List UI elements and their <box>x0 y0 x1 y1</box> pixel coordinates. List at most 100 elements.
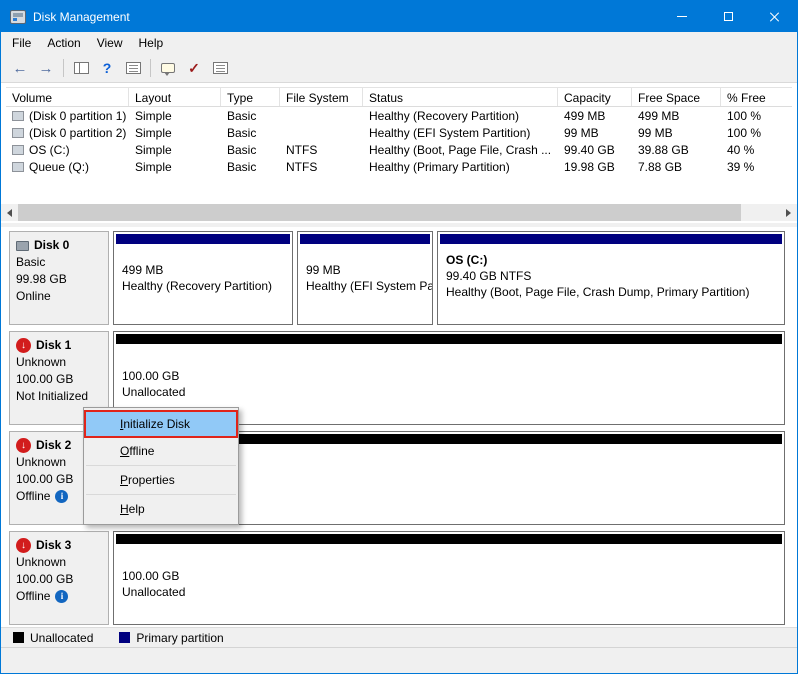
disk-name: Disk 2 <box>36 437 71 454</box>
disk3-label-panel[interactable]: Disk 3 Unknown 100.00 GB Offline <box>9 531 109 625</box>
maximize-button[interactable] <box>705 1 751 32</box>
show-action-pane-button[interactable] <box>155 56 181 80</box>
back-icon <box>13 60 28 77</box>
forward-icon <box>39 60 54 77</box>
cell-type: Basic <box>221 143 280 157</box>
help-button[interactable] <box>94 56 120 80</box>
toolbar-separator <box>150 59 151 77</box>
info-icon[interactable] <box>55 590 68 603</box>
column-header-pct-free[interactable]: % Free <box>721 88 792 106</box>
context-menu-item-properties[interactable]: Properties <box>84 467 238 493</box>
partition-status: Healthy (EFI System Pa <box>306 278 424 294</box>
minimize-button[interactable] <box>659 1 705 32</box>
disk-status-text: Offline <box>16 588 50 605</box>
table-row[interactable]: Queue (Q:) Simple Basic NTFS Healthy (Pr… <box>1 158 797 175</box>
details-button[interactable] <box>207 56 233 80</box>
offline-icon <box>16 438 31 453</box>
table-header-row: Volume Layout Type File System Status Ca… <box>6 87 792 107</box>
window-controls <box>659 1 797 32</box>
column-header-free-space[interactable]: Free Space <box>632 88 721 106</box>
partition-efi[interactable]: 99 MB Healthy (EFI System Pa <box>297 231 433 325</box>
volume-icon <box>12 128 24 138</box>
forward-button[interactable] <box>33 56 59 80</box>
context-menu-item-offline[interactable]: Offline <box>84 438 238 464</box>
partition-text: 100.00 GB Unallocated <box>114 344 784 400</box>
menu-item-label: roperties <box>128 473 175 487</box>
partition-os-c[interactable]: OS (C:) 99.40 GB NTFS Healthy (Boot, Pag… <box>437 231 785 325</box>
table-row[interactable]: OS (C:) Simple Basic NTFS Healthy (Boot,… <box>1 141 797 158</box>
volume-list-pane: Volume Layout Type File System Status Ca… <box>1 83 797 223</box>
partition-size: 100.00 GB <box>122 368 776 384</box>
cell-layout: Simple <box>129 109 221 123</box>
disk-status-text: Not Initialized <box>16 388 88 405</box>
menu-file[interactable]: File <box>4 33 39 53</box>
cell-pct-free: 39 % <box>721 160 797 174</box>
partition-size: 99.40 GB NTFS <box>446 268 776 284</box>
export-list-button[interactable] <box>120 56 146 80</box>
disk-status-text: Offline <box>16 488 50 505</box>
cell-layout: Simple <box>129 126 221 140</box>
partition-unallocated[interactable]: 100.00 GB Unallocated <box>113 531 785 625</box>
horizontal-scrollbar[interactable] <box>1 204 797 221</box>
disk-icon <box>16 241 29 251</box>
console-tree-icon <box>74 62 89 74</box>
partition-color-band <box>116 334 782 344</box>
menu-view[interactable]: View <box>89 33 131 53</box>
disk0-strip: 499 MB Healthy (Recovery Partition) 99 M… <box>113 231 785 325</box>
back-button[interactable] <box>7 56 33 80</box>
partition-color-band <box>440 234 782 244</box>
cell-capacity: 499 MB <box>558 109 632 123</box>
scroll-right-button[interactable] <box>780 204 797 221</box>
cell-capacity: 19.98 GB <box>558 160 632 174</box>
close-button[interactable] <box>751 1 797 32</box>
column-header-file-system[interactable]: File System <box>280 88 363 106</box>
menu-item-label: H <box>120 502 129 516</box>
disk0-label-panel[interactable]: Disk 0 Basic 99.98 GB Online <box>9 231 109 325</box>
cell-status: Healthy (Primary Partition) <box>363 160 558 174</box>
column-header-capacity[interactable]: Capacity <box>558 88 632 106</box>
menu-item-label: O <box>120 444 129 458</box>
column-header-layout[interactable]: Layout <box>129 88 221 106</box>
scroll-left-button[interactable] <box>1 204 18 221</box>
primary-partition-swatch <box>119 632 130 643</box>
partition-size: 499 MB <box>122 262 284 278</box>
info-icon[interactable] <box>55 490 68 503</box>
partition-recovery[interactable]: 499 MB Healthy (Recovery Partition) <box>113 231 293 325</box>
column-header-status[interactable]: Status <box>363 88 558 106</box>
disk-kind: Unknown <box>16 554 102 571</box>
table-row[interactable]: (Disk 0 partition 1) Simple Basic Health… <box>1 107 797 124</box>
menu-help[interactable]: Help <box>131 33 172 53</box>
unallocated-swatch <box>13 632 24 643</box>
table-row[interactable]: (Disk 0 partition 2) Simple Basic Health… <box>1 124 797 141</box>
context-menu-item-help[interactable]: Help <box>84 496 238 522</box>
cell-file-system: NTFS <box>280 143 363 157</box>
disk-status: Offline <box>16 588 102 605</box>
disk-kind: Unknown <box>16 354 102 371</box>
disk-row: Disk 3 Unknown 100.00 GB Offline 100.00 … <box>9 531 785 625</box>
maximize-icon <box>724 12 733 21</box>
scrollbar-thumb[interactable] <box>18 204 741 221</box>
column-header-volume[interactable]: Volume <box>6 88 129 106</box>
column-header-type[interactable]: Type <box>221 88 280 106</box>
cell-status: Healthy (Recovery Partition) <box>363 109 558 123</box>
scroll-left-icon <box>7 209 12 217</box>
menu-item-label: nitialize Disk <box>123 417 190 431</box>
check-button[interactable] <box>181 56 207 80</box>
partition-status: Unallocated <box>122 384 776 400</box>
disk-kind: Basic <box>16 254 102 271</box>
disk-name-line: Disk 3 <box>16 537 102 554</box>
cell-free-space: 99 MB <box>632 126 721 140</box>
partition-size: 99 MB <box>306 262 424 278</box>
partition-text: OS (C:) 99.40 GB NTFS Healthy (Boot, Pag… <box>438 244 784 300</box>
legend-label: Primary partition <box>136 631 223 645</box>
menu-separator <box>86 494 236 495</box>
disk-row: Disk 0 Basic 99.98 GB Online 499 MB Heal… <box>9 231 785 325</box>
menu-action[interactable]: Action <box>39 33 88 53</box>
cell-volume: (Disk 0 partition 1) <box>6 109 129 123</box>
context-menu-item-initialize-disk[interactable]: Initialize Disk <box>84 410 238 438</box>
window-title: Disk Management <box>33 10 130 24</box>
disk-management-window: Disk Management File Action View Help Vo… <box>0 0 798 674</box>
show-console-tree-button[interactable] <box>68 56 94 80</box>
menu-item-label: elp <box>129 502 145 516</box>
disk-size: 100.00 GB <box>16 571 102 588</box>
